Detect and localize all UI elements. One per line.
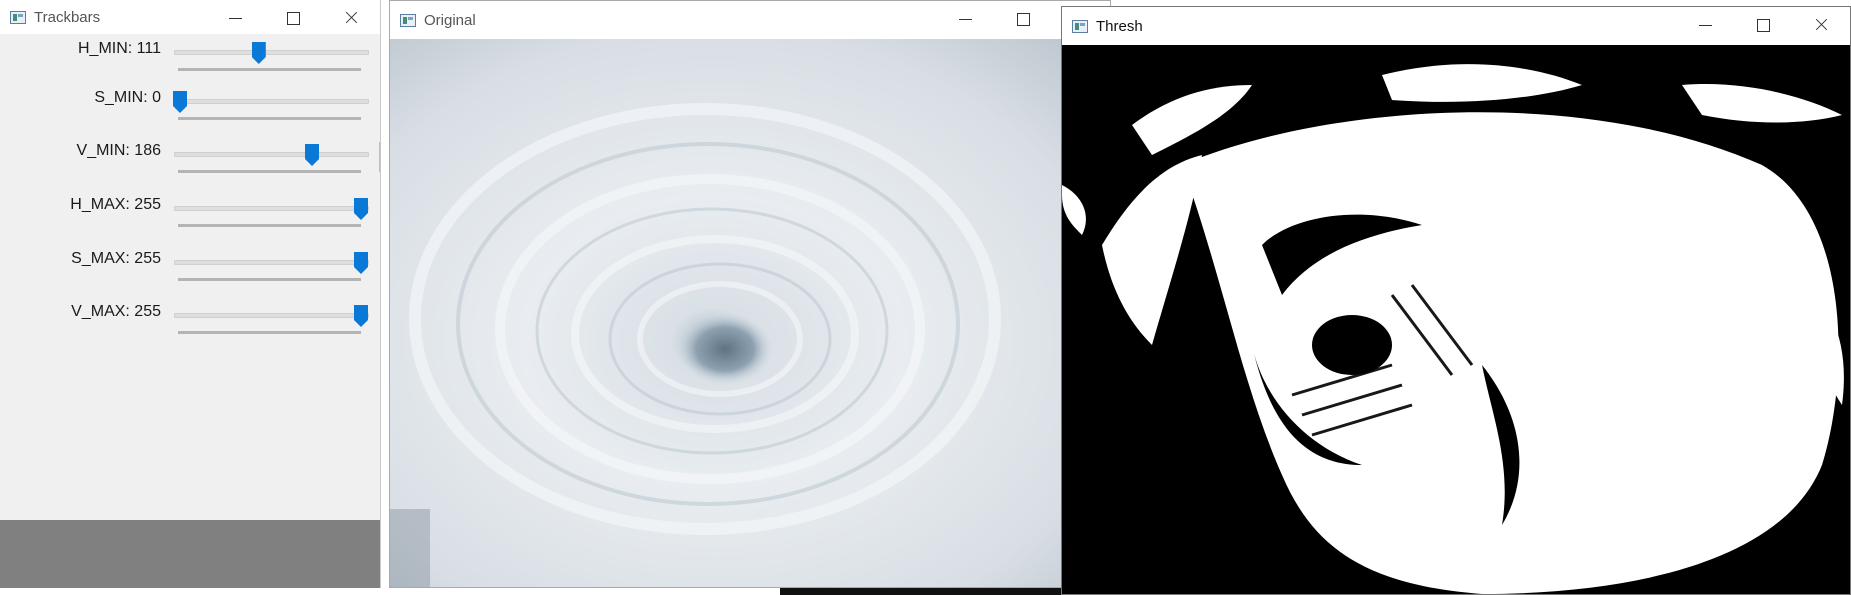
app-window-icon <box>1072 19 1088 33</box>
trackbar-label: S_MAX: 255 <box>71 250 161 267</box>
empty-panel-area <box>0 520 380 588</box>
close-icon[interactable] <box>322 0 380 36</box>
thresh-window: Thresh <box>1061 6 1851 595</box>
trackbar-label: H_MIN: 111 <box>78 40 161 57</box>
window-controls <box>206 0 380 36</box>
trackbar-track[interactable] <box>174 152 369 157</box>
trackbar-s-min: S_MIN: 0 <box>0 89 380 135</box>
scrollbar[interactable] <box>379 142 380 172</box>
trackbar-v-min: V_MIN: 186 <box>0 142 380 188</box>
threshold-mask-image <box>1062 45 1850 594</box>
slider-thumb[interactable] <box>354 252 368 274</box>
trackbar-underline <box>178 331 361 334</box>
slider-thumb[interactable] <box>354 305 368 327</box>
minimize-icon[interactable] <box>206 0 264 36</box>
trackbars-window: Trackbars H_MIN: 111 S_MIN: 0 V_MIN: 186… <box>0 0 381 588</box>
trackbar-s-max: S_MAX: 255 <box>0 250 380 296</box>
trackbar-track[interactable] <box>174 260 369 265</box>
original-title: Original <box>424 11 476 29</box>
trackbar-underline <box>178 224 361 227</box>
trackbar-track[interactable] <box>174 206 369 211</box>
app-window-icon <box>10 10 26 24</box>
trackbar-underline <box>178 278 361 281</box>
trackbar-v-max: V_MAX: 255 <box>0 303 380 349</box>
trackbar-underline <box>178 170 361 173</box>
trackbar-h-max: H_MAX: 255 <box>0 196 380 242</box>
slider-thumb[interactable] <box>173 91 187 113</box>
thresh-title: Thresh <box>1096 17 1143 35</box>
minimize-icon[interactable] <box>1676 7 1734 43</box>
trackbar-underline <box>178 68 361 71</box>
threshold-mask-graphic <box>1062 45 1850 594</box>
maximize-icon[interactable] <box>1734 7 1792 43</box>
close-icon[interactable] <box>1792 7 1850 43</box>
trackbar-track[interactable] <box>174 50 369 55</box>
trackbar-label: V_MIN: 186 <box>76 142 161 159</box>
slider-thumb[interactable] <box>305 144 320 166</box>
maximize-icon[interactable] <box>264 0 322 36</box>
thresh-titlebar[interactable]: Thresh <box>1062 7 1850 45</box>
window-controls <box>1676 7 1850 43</box>
trackbar-label: S_MIN: 0 <box>94 89 161 106</box>
trackbar-track[interactable] <box>174 99 369 104</box>
minimize-icon[interactable] <box>936 1 994 37</box>
maximize-icon[interactable] <box>994 1 1052 37</box>
trackbars-title: Trackbars <box>34 8 101 26</box>
slider-thumb[interactable] <box>251 42 266 64</box>
slider-thumb[interactable] <box>354 198 368 220</box>
trackbar-label: H_MAX: 255 <box>70 196 161 213</box>
trackbar-h-min: H_MIN: 111 <box>0 40 380 86</box>
background-window-strip <box>780 588 1061 595</box>
original-window: Original <box>389 0 1111 588</box>
hurricane-image-graphic <box>390 39 1110 587</box>
trackbar-track[interactable] <box>174 313 369 318</box>
hurricane-image <box>390 39 1110 587</box>
trackbar-underline <box>178 117 361 120</box>
original-titlebar[interactable]: Original <box>390 1 1110 39</box>
trackbars-titlebar[interactable]: Trackbars <box>0 0 380 34</box>
app-window-icon <box>400 13 416 27</box>
trackbar-label: V_MAX: 255 <box>71 303 161 320</box>
